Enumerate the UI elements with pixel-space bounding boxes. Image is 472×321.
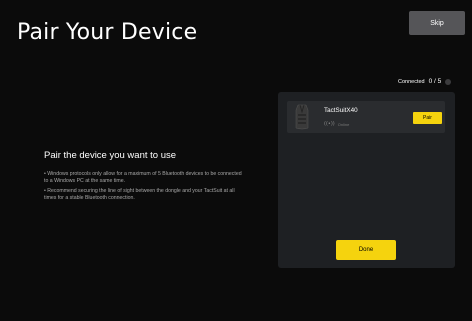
connected-count: 0 / 5: [428, 78, 442, 85]
device-status-row: ((•)) Online: [324, 121, 349, 127]
connected-label: Connected: [398, 78, 425, 85]
instruction-note: • Recommend securing the line of sight b…: [44, 188, 235, 201]
device-card[interactable]: TactSuitX40 ((•)) Online Pair: [287, 101, 445, 133]
connected-status: Connected 0 / 5: [398, 78, 452, 85]
page-title: Pair Your Device: [17, 20, 198, 45]
device-list-panel: TactSuitX40 ((•)) Online Pair Done: [278, 92, 455, 268]
vest-icon: [295, 104, 309, 130]
device-name: TactSuitX40: [324, 107, 358, 114]
done-button[interactable]: Done: [336, 240, 396, 260]
info-icon[interactable]: [445, 78, 452, 85]
signal-icon: ((•)): [324, 121, 335, 127]
device-status: Online: [337, 121, 350, 127]
pairing-instructions: Pair the device you want to use • Window…: [44, 150, 244, 205]
skip-button[interactable]: Skip: [409, 11, 465, 35]
instruction-note: • Windows protocols only allow for a max…: [44, 171, 242, 184]
instructions-heading: Pair the device you want to use: [44, 150, 177, 161]
pairing-screen: Pair Your Device Skip Pair the device yo…: [0, 0, 472, 321]
pair-button[interactable]: Pair: [413, 112, 442, 124]
